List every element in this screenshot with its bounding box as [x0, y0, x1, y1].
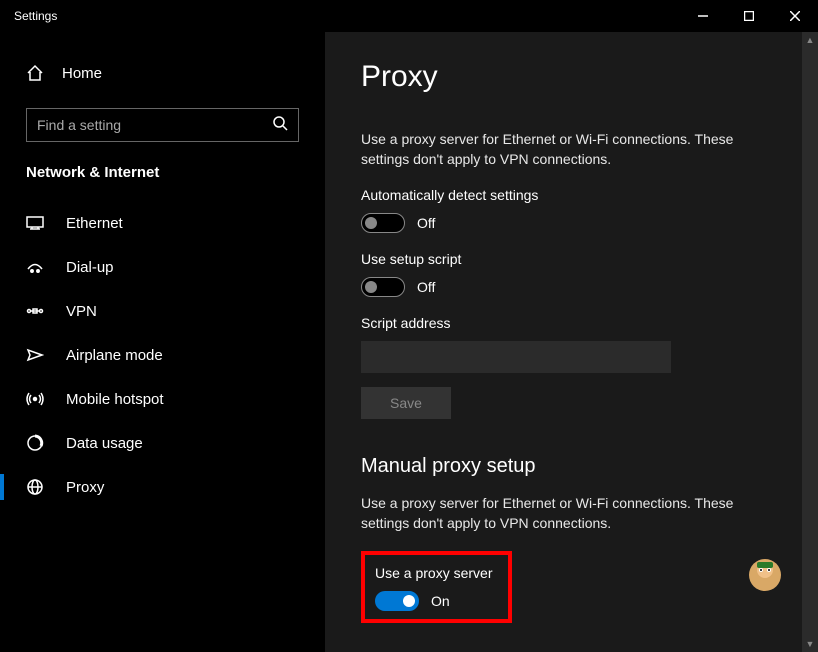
sidebar-item-datausage[interactable]: Data usage	[0, 421, 325, 465]
auto-detect-toggle[interactable]	[361, 213, 405, 233]
sidebar-item-proxy[interactable]: Proxy	[0, 465, 325, 509]
airplane-icon	[26, 346, 44, 364]
use-proxy-label: Use a proxy server	[375, 565, 492, 581]
home-button[interactable]: Home	[0, 56, 325, 90]
scroll-up-icon[interactable]: ▲	[802, 32, 818, 48]
manual-proxy-description: Use a proxy server for Ethernet or Wi-Fi…	[361, 494, 781, 533]
window-title: Settings	[14, 9, 57, 23]
highlight-annotation: Use a proxy server On	[361, 551, 512, 623]
auto-detect-label: Automatically detect settings	[361, 187, 782, 203]
setup-script-label: Use setup script	[361, 251, 782, 267]
close-icon	[790, 11, 800, 21]
category-label: Network & Internet	[0, 164, 325, 201]
sidebar-item-label: Proxy	[66, 479, 104, 496]
content-area: ▲ ▼ Proxy Use a proxy server for Etherne…	[325, 32, 818, 652]
minimize-icon	[698, 11, 708, 21]
setup-script-toggle[interactable]	[361, 277, 405, 297]
home-icon	[26, 64, 44, 82]
maximize-button[interactable]	[726, 0, 772, 32]
datausage-icon	[26, 434, 44, 452]
sidebar-item-label: VPN	[66, 303, 97, 320]
minimize-button[interactable]	[680, 0, 726, 32]
search-input[interactable]	[37, 117, 273, 133]
hotspot-icon	[26, 390, 44, 408]
close-button[interactable]	[772, 0, 818, 32]
avatar	[748, 558, 782, 592]
vpn-icon	[26, 302, 44, 320]
scrollbar[interactable]: ▲ ▼	[802, 32, 818, 652]
window-controls	[680, 0, 818, 32]
sidebar-item-dialup[interactable]: Dial-up	[0, 245, 325, 289]
auto-proxy-description: Use a proxy server for Ethernet or Wi-Fi…	[361, 130, 781, 169]
page-title: Proxy	[361, 60, 782, 94]
ethernet-icon	[26, 214, 44, 232]
setup-script-state: Off	[417, 279, 435, 295]
search-icon	[273, 116, 288, 134]
dialup-icon	[26, 258, 44, 276]
maximize-icon	[744, 11, 754, 21]
sidebar: Home Network & Internet Ethernet Dial-up	[0, 32, 325, 652]
scroll-down-icon[interactable]: ▼	[802, 636, 818, 652]
sidebar-item-label: Mobile hotspot	[66, 391, 164, 408]
sidebar-item-label: Airplane mode	[66, 347, 163, 364]
home-label: Home	[62, 65, 102, 82]
use-proxy-toggle[interactable]	[375, 591, 419, 611]
sidebar-item-airplane[interactable]: Airplane mode	[0, 333, 325, 377]
auto-detect-state: Off	[417, 215, 435, 231]
sidebar-item-label: Data usage	[66, 435, 143, 452]
save-button[interactable]: Save	[361, 387, 451, 419]
search-box[interactable]	[26, 108, 299, 142]
proxy-icon	[26, 478, 44, 496]
script-address-label: Script address	[361, 315, 782, 331]
sidebar-item-label: Ethernet	[66, 215, 123, 232]
sidebar-item-vpn[interactable]: VPN	[0, 289, 325, 333]
manual-proxy-title: Manual proxy setup	[361, 455, 782, 478]
use-proxy-state: On	[431, 593, 450, 609]
sidebar-item-hotspot[interactable]: Mobile hotspot	[0, 377, 325, 421]
script-address-input[interactable]	[361, 341, 671, 373]
titlebar: Settings	[0, 0, 818, 32]
sidebar-item-ethernet[interactable]: Ethernet	[0, 201, 325, 245]
sidebar-item-label: Dial-up	[66, 259, 114, 276]
